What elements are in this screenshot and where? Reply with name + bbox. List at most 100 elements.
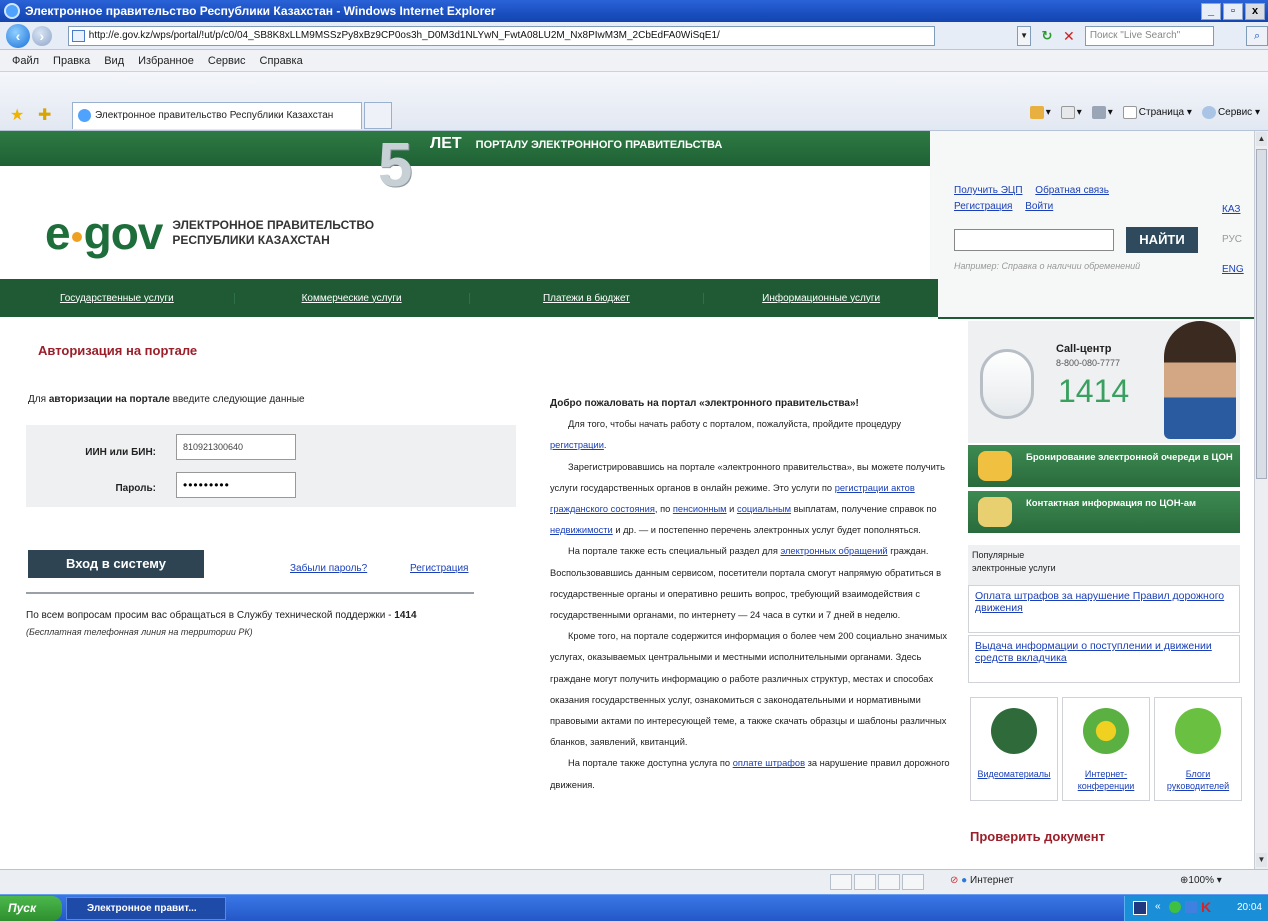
nav-rule xyxy=(938,317,1254,319)
support-note: (Бесплатная телефонная линия на территор… xyxy=(26,627,253,637)
film-reel-icon xyxy=(991,708,1037,754)
address-input[interactable]: http://e.gov.kz/wps/portal/!ut/p/c0/04_S… xyxy=(67,25,936,46)
con-contacts-banner[interactable]: Контактная информация по ЦОН-ам xyxy=(968,491,1240,533)
menu-file[interactable]: Файл xyxy=(12,55,39,67)
status-cell xyxy=(830,874,852,890)
stop-icon[interactable]: ✕ xyxy=(1059,26,1079,46)
system-tray: « K 20:04 xyxy=(1124,896,1268,921)
site-search-button[interactable]: НАЙТИ xyxy=(1126,227,1198,253)
welcome-p3: На портале также есть специальный раздел… xyxy=(550,546,942,621)
menu-help[interactable]: Справка xyxy=(260,55,303,67)
popup-blocked-icon: ⊘ xyxy=(950,875,959,886)
banner-text: ЛЕТ ПОРТАЛУ ЭЛЕКТРОННОГО ПРАВИТЕЛЬСТВА xyxy=(430,135,723,152)
menu-view[interactable]: Вид xyxy=(104,55,124,67)
welcome-p4: Кроме того, на портале содержится информ… xyxy=(550,631,948,748)
speech-bubble-icon xyxy=(1175,708,1221,754)
language-switcher: КАЗ РУС ENG xyxy=(1222,195,1244,285)
security-zone[interactable]: ⊘ ● Интернет xyxy=(950,875,1014,886)
call-center-block[interactable]: Call-центр 8-800-080-7777 1414 xyxy=(968,321,1240,443)
add-favorite-icon[interactable]: ✚ xyxy=(38,105,51,125)
menu-tools[interactable]: Сервис xyxy=(208,55,246,67)
close-button[interactable]: x xyxy=(1245,3,1265,20)
get-eds-link[interactable]: Получить ЭЦП xyxy=(954,185,1023,196)
queue-booking-banner[interactable]: Бронирование электронной очереди в ЦОН xyxy=(968,445,1240,487)
media-blogs[interactable]: Блоги руководителей xyxy=(1154,697,1242,801)
print-button[interactable]: ▾ xyxy=(1091,106,1113,119)
register-link[interactable]: Регистрация xyxy=(954,201,1012,212)
auth-title: Авторизация на портале xyxy=(38,343,198,358)
maximize-button[interactable]: ▫ xyxy=(1223,3,1243,20)
popular-item-fines[interactable]: Оплата штрафов за нарушение Правил дорож… xyxy=(968,585,1240,633)
site-search-input[interactable] xyxy=(954,229,1114,251)
main-nav: Государственные услуги Коммерческие услу… xyxy=(0,279,938,317)
welcome-text: Добро пожаловать на портал «электронного… xyxy=(550,393,952,796)
antivirus-icon[interactable]: K xyxy=(1201,899,1211,915)
menu-edit[interactable]: Правка xyxy=(53,55,90,67)
popular-item-contributions[interactable]: Выдача информации о поступлении и движен… xyxy=(968,635,1240,683)
welcome-p1: Для того, чтобы начать работу с порталом… xyxy=(550,419,901,451)
clock: 20:04 xyxy=(1236,902,1262,913)
callcenter-phone: 8-800-080-7777 xyxy=(1056,358,1121,368)
zoom-level[interactable]: ⊕100% ▾ xyxy=(1180,875,1222,886)
taskbar-ie-button[interactable]: Электронное правит... xyxy=(66,897,226,920)
keyboard-layout-icon[interactable] xyxy=(1133,901,1147,915)
tray-expand-icon[interactable]: « xyxy=(1155,901,1161,912)
login-link[interactable]: Войти xyxy=(1025,201,1053,212)
iin-label: ИИН или БИН: xyxy=(85,447,156,458)
realty-link[interactable]: недвижимости xyxy=(550,525,613,535)
scroll-thumb[interactable] xyxy=(1256,149,1267,479)
media-conferences[interactable]: Интернет-конференции xyxy=(1062,697,1150,801)
refresh-icon[interactable]: ↻ xyxy=(1037,26,1057,46)
feedback-link[interactable]: Обратная связь xyxy=(1035,185,1109,196)
search-go-icon[interactable]: ⌕ xyxy=(1246,25,1268,46)
menu-favorites[interactable]: Избранное xyxy=(138,55,194,67)
volume-icon[interactable] xyxy=(1185,901,1197,913)
feeds-button[interactable]: ▾ xyxy=(1060,106,1082,119)
page-scrollbar[interactable]: ▲ ▼ xyxy=(1254,131,1268,869)
page-icon xyxy=(71,29,85,42)
header-tools: Получить ЭЦП Обратная связь Регистрация … xyxy=(930,131,1254,319)
scroll-down-icon[interactable]: ▼ xyxy=(1256,853,1267,867)
login-button[interactable]: Вход в систему xyxy=(28,550,204,578)
status-bar: ⊘ ● Интернет ⊕100% ▾ xyxy=(0,869,1268,894)
nav-gov-services[interactable]: Государственные услуги xyxy=(0,292,235,304)
window-title: Электронное правительство Республики Каз… xyxy=(25,4,496,18)
favorites-star-icon[interactable]: ★ xyxy=(10,105,24,125)
minimize-button[interactable]: _ xyxy=(1201,3,1221,20)
auth-register-link[interactable]: Регистрация xyxy=(410,563,468,574)
e-appeals-link[interactable]: электронных обращений xyxy=(780,546,887,556)
network-icon[interactable] xyxy=(1169,901,1181,913)
back-button[interactable]: ‹ xyxy=(6,23,30,48)
nav-commercial-services[interactable]: Коммерческие услуги xyxy=(235,292,470,304)
tab-egov[interactable]: Электронное правительство Республики Каз… xyxy=(72,102,362,129)
home-button[interactable]: ▾ xyxy=(1029,106,1051,119)
phone-icon xyxy=(980,349,1034,419)
iin-input[interactable]: 810921300640 xyxy=(176,434,296,460)
live-search-input[interactable]: Поиск "Live Search" xyxy=(1084,25,1215,46)
registration-link[interactable]: регистрации xyxy=(550,440,604,450)
media-video[interactable]: Видеоматериалы xyxy=(970,697,1058,801)
lang-eng[interactable]: ENG xyxy=(1222,255,1244,285)
address-dropdown-icon[interactable]: ▼ xyxy=(1017,25,1032,46)
gear-icon xyxy=(1201,106,1216,119)
forgot-password-link[interactable]: Забыли пароль? xyxy=(290,563,367,574)
lang-kaz[interactable]: КАЗ xyxy=(1222,195,1244,225)
social-link[interactable]: социальным xyxy=(737,504,791,514)
start-button[interactable]: Пуск xyxy=(0,896,62,921)
egov-logo[interactable]: e gov ЭЛЕКТРОННОЕ ПРАВИТЕЛЬСТВО РЕСПУБЛИКИ… xyxy=(45,206,374,260)
address-toolbar: ‹ › http://e.gov.kz/wps/portal/!ut/p/c0/… xyxy=(0,22,1268,50)
support-text: По всем вопросам просим вас обращаться в… xyxy=(26,610,417,621)
command-bar: ▾ ▾ ▾ Страница ▾ Сервис ▾ xyxy=(1029,106,1260,119)
search-hint: Например: Справка о наличии обременений xyxy=(954,261,1141,271)
fines-payment-link[interactable]: оплате штрафов xyxy=(733,758,805,768)
pension-link[interactable]: пенсионным xyxy=(673,504,727,514)
scroll-up-icon[interactable]: ▲ xyxy=(1256,132,1267,146)
nav-info-services[interactable]: Информационные услуги xyxy=(704,293,938,304)
password-input[interactable]: ••••••••• xyxy=(176,472,296,498)
page-menu[interactable]: Страница ▾ xyxy=(1122,106,1192,119)
new-tab-button[interactable] xyxy=(364,102,392,129)
ie-logo-icon xyxy=(4,3,20,19)
nav-budget-payments[interactable]: Платежи в бюджет xyxy=(470,292,705,304)
tools-menu[interactable]: Сервис ▾ xyxy=(1201,106,1260,119)
forward-button[interactable]: › xyxy=(31,25,52,46)
